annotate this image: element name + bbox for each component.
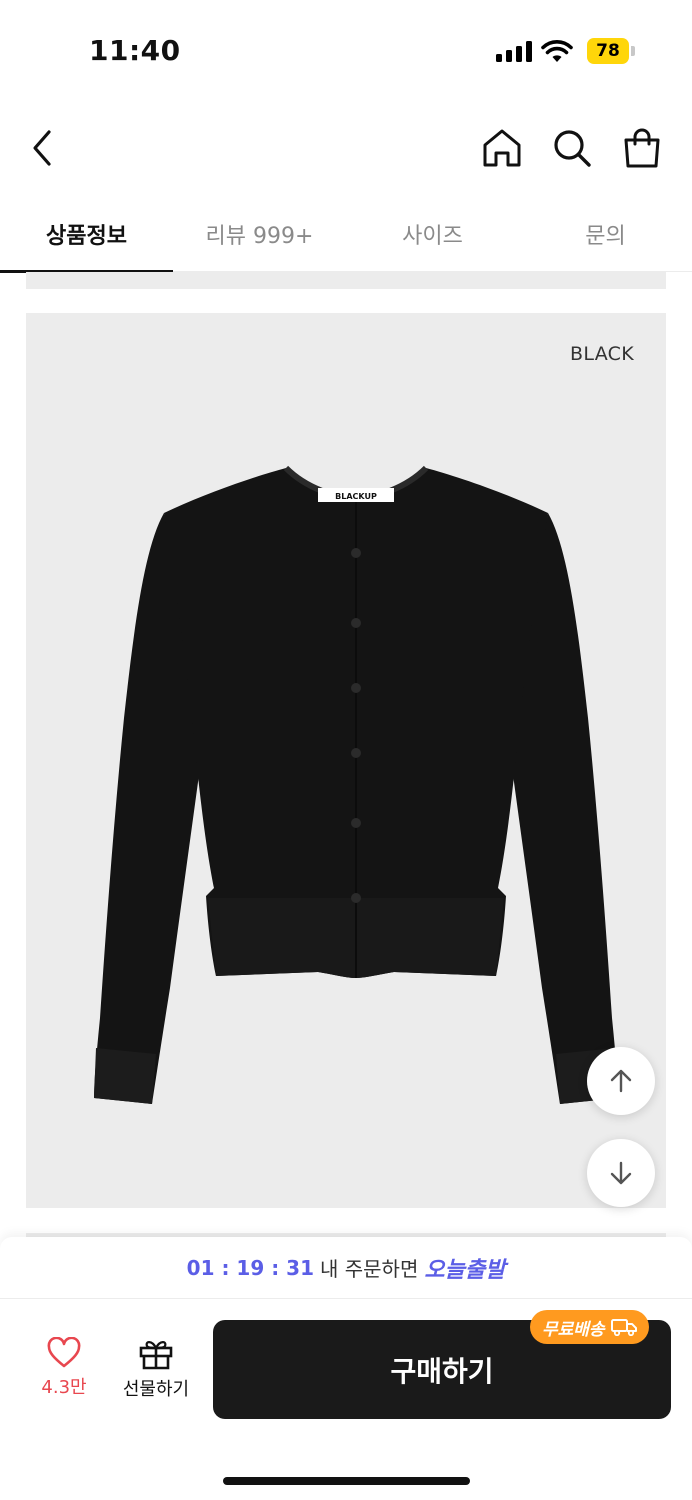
same-day-label: 오늘출발 xyxy=(424,1257,506,1283)
brand-tag: BLACKUP xyxy=(335,492,377,501)
wishlist-count: 4.3만 xyxy=(41,1377,87,1398)
home-button[interactable] xyxy=(478,124,526,172)
gift-icon xyxy=(139,1341,173,1370)
tab-product-info[interactable]: 상품정보 xyxy=(0,196,173,273)
nav-bar xyxy=(0,110,692,190)
wishlist-button[interactable]: 4.3만 xyxy=(32,1337,96,1409)
scroll-bottom-button[interactable] xyxy=(587,1139,655,1207)
tab-reviews[interactable]: 리뷰 999+ xyxy=(173,196,346,272)
scroll-top-button[interactable] xyxy=(587,1047,655,1115)
heart-icon xyxy=(47,1337,81,1368)
same-day-shipping-notice: 01 : 19 : 31 내 주문하면 오늘출발 xyxy=(0,1237,692,1299)
purchase-bar: 01 : 19 : 31 내 주문하면 오늘출발 4.3만 선물하기 구매하기 … xyxy=(0,1237,692,1500)
status-time: 11:40 xyxy=(89,34,181,67)
countdown-timer: 01 : 19 : 31 xyxy=(186,1255,314,1280)
search-button[interactable] xyxy=(548,124,596,172)
tab-inquiry[interactable]: 문의 xyxy=(519,196,692,272)
free-shipping-label: 무료배송 xyxy=(542,1319,605,1340)
delivery-truck-icon xyxy=(610,1319,637,1336)
color-label: BLACK xyxy=(570,343,634,365)
battery-level: 78 xyxy=(596,41,620,61)
signal-icon xyxy=(496,40,532,62)
home-indicator xyxy=(223,1477,470,1485)
previous-image-strip xyxy=(26,272,666,289)
free-shipping-badge: 무료배송 xyxy=(530,1310,649,1344)
battery-icon: 78 xyxy=(587,38,635,64)
product-image: BLACK BLACKUP xyxy=(26,313,666,1208)
cart-button[interactable] xyxy=(618,124,666,172)
cardigan-image: BLACKUP xyxy=(94,465,618,1104)
status-bar: 11:40 78 xyxy=(0,0,692,100)
shipping-text: 내 주문하면 xyxy=(320,1257,419,1281)
home-icon xyxy=(483,129,521,167)
product-tabs: 상품정보 리뷰 999+ 사이즈 문의 xyxy=(0,196,692,273)
gift-label: 선물하기 xyxy=(122,1379,190,1400)
wifi-icon xyxy=(541,40,573,62)
gift-button[interactable]: 선물하기 xyxy=(110,1337,202,1409)
search-icon xyxy=(554,130,591,167)
shopping-bag-icon xyxy=(624,128,660,168)
back-icon xyxy=(33,130,51,166)
arrow-down-icon xyxy=(610,1161,632,1185)
back-button[interactable] xyxy=(18,124,66,172)
arrow-up-icon xyxy=(610,1069,632,1093)
tab-size[interactable]: 사이즈 xyxy=(346,196,519,272)
